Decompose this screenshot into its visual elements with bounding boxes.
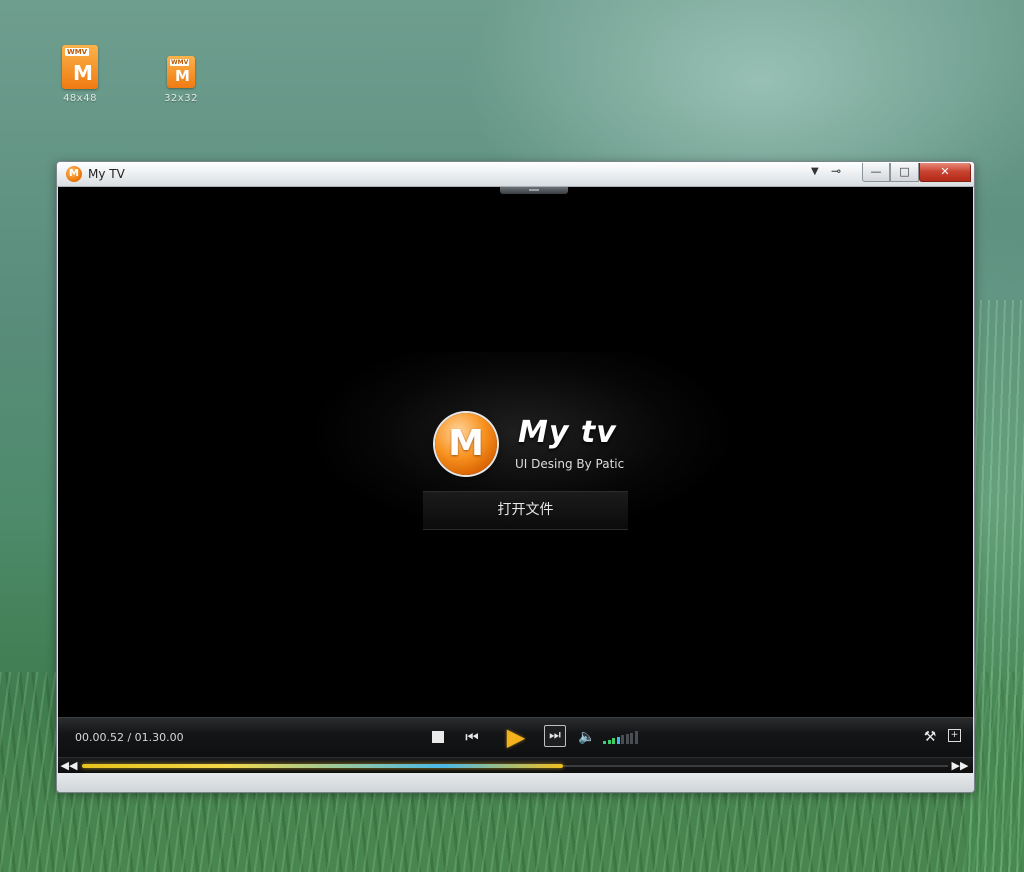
maximize-button[interactable]: □ [890, 163, 919, 182]
rewind-icon: ◀◀ [60, 759, 78, 772]
volume-slider[interactable] [603, 730, 639, 744]
volume-bar [621, 735, 624, 744]
brand-logo-icon: M [435, 413, 497, 475]
desktop-file-icon-48[interactable]: WMV M 48x48 [58, 45, 102, 104]
volume-bar [612, 738, 615, 744]
desktop-icon-caption: 48x48 [63, 93, 97, 104]
volume-bar [616, 736, 620, 744]
video-area[interactable]: M My tv UI Desing By Patic 打开文件 [58, 187, 973, 717]
play-icon: ▶ [506, 723, 526, 751]
pin-icon[interactable]: ⊸ [831, 164, 841, 178]
seek-track[interactable] [82, 764, 948, 768]
volume-bar [603, 741, 606, 744]
wmv-tag: WMV [65, 48, 90, 56]
seek-progress-fill [82, 764, 563, 768]
volume-bar [634, 731, 638, 744]
open-file-button[interactable]: 打开文件 [423, 491, 628, 530]
skip-back-icon: ⏮ [465, 728, 479, 746]
wmv-file-icon: WMV M [167, 56, 195, 88]
fullscreen-icon: + [950, 730, 959, 740]
previous-button[interactable]: ⏮ [463, 727, 481, 747]
close-button[interactable]: ✕ [919, 163, 971, 182]
next-button[interactable]: ⏭ [544, 725, 566, 747]
menu-dropdown-icon[interactable]: ▼ [811, 166, 819, 177]
brand-tagline: UI Desing By Patic [515, 457, 625, 471]
title-bar[interactable]: M My TV ▼ ⊸ — □ ✕ [57, 162, 974, 187]
desktop-file-icon-32[interactable]: WMV M 32x32 [163, 56, 199, 104]
window-title: My TV [88, 167, 125, 181]
control-bar: 00.00.52 / 01.30.00 ⏮ ▶ ⏭ 🔈 ⚒ + [58, 717, 973, 758]
fast-forward-button[interactable]: ▶▶ [951, 758, 969, 774]
fast-forward-icon: ▶▶ [951, 759, 969, 772]
tools-button[interactable]: ⚒ [921, 727, 939, 747]
brand-name: My tv [518, 415, 617, 450]
minimize-button[interactable]: — [862, 163, 890, 182]
fullscreen-button[interactable]: + [948, 729, 961, 742]
collapse-handle[interactable] [500, 187, 568, 194]
skip-forward-icon: ⏭ [549, 728, 561, 743]
play-button[interactable]: ▶ [503, 724, 529, 750]
speaker-icon: 🔈 [578, 729, 596, 745]
rewind-button[interactable]: ◀◀ [60, 758, 78, 774]
wmv-tag: WMV [170, 59, 190, 66]
window-bottom-frame [57, 773, 974, 792]
stop-button[interactable] [432, 731, 444, 743]
seek-bar: ◀◀ ▶▶ [58, 757, 973, 774]
mute-button[interactable]: 🔈 [578, 727, 596, 747]
volume-bar [625, 734, 629, 744]
hammer-icon: ⚒ [923, 729, 937, 745]
wmv-file-icon: WMV M [62, 45, 98, 89]
m-logo-icon: M [175, 67, 190, 85]
volume-bar [607, 739, 611, 744]
m-logo-icon: M [73, 61, 93, 85]
app-logo-icon: M [66, 166, 82, 182]
time-display: 00.00.52 / 01.30.00 [75, 731, 184, 744]
player-window: M My TV ▼ ⊸ — □ ✕ M My tv UI Desing By P… [56, 161, 975, 793]
desktop-icon-caption: 32x32 [164, 93, 198, 104]
volume-bar [630, 732, 633, 744]
